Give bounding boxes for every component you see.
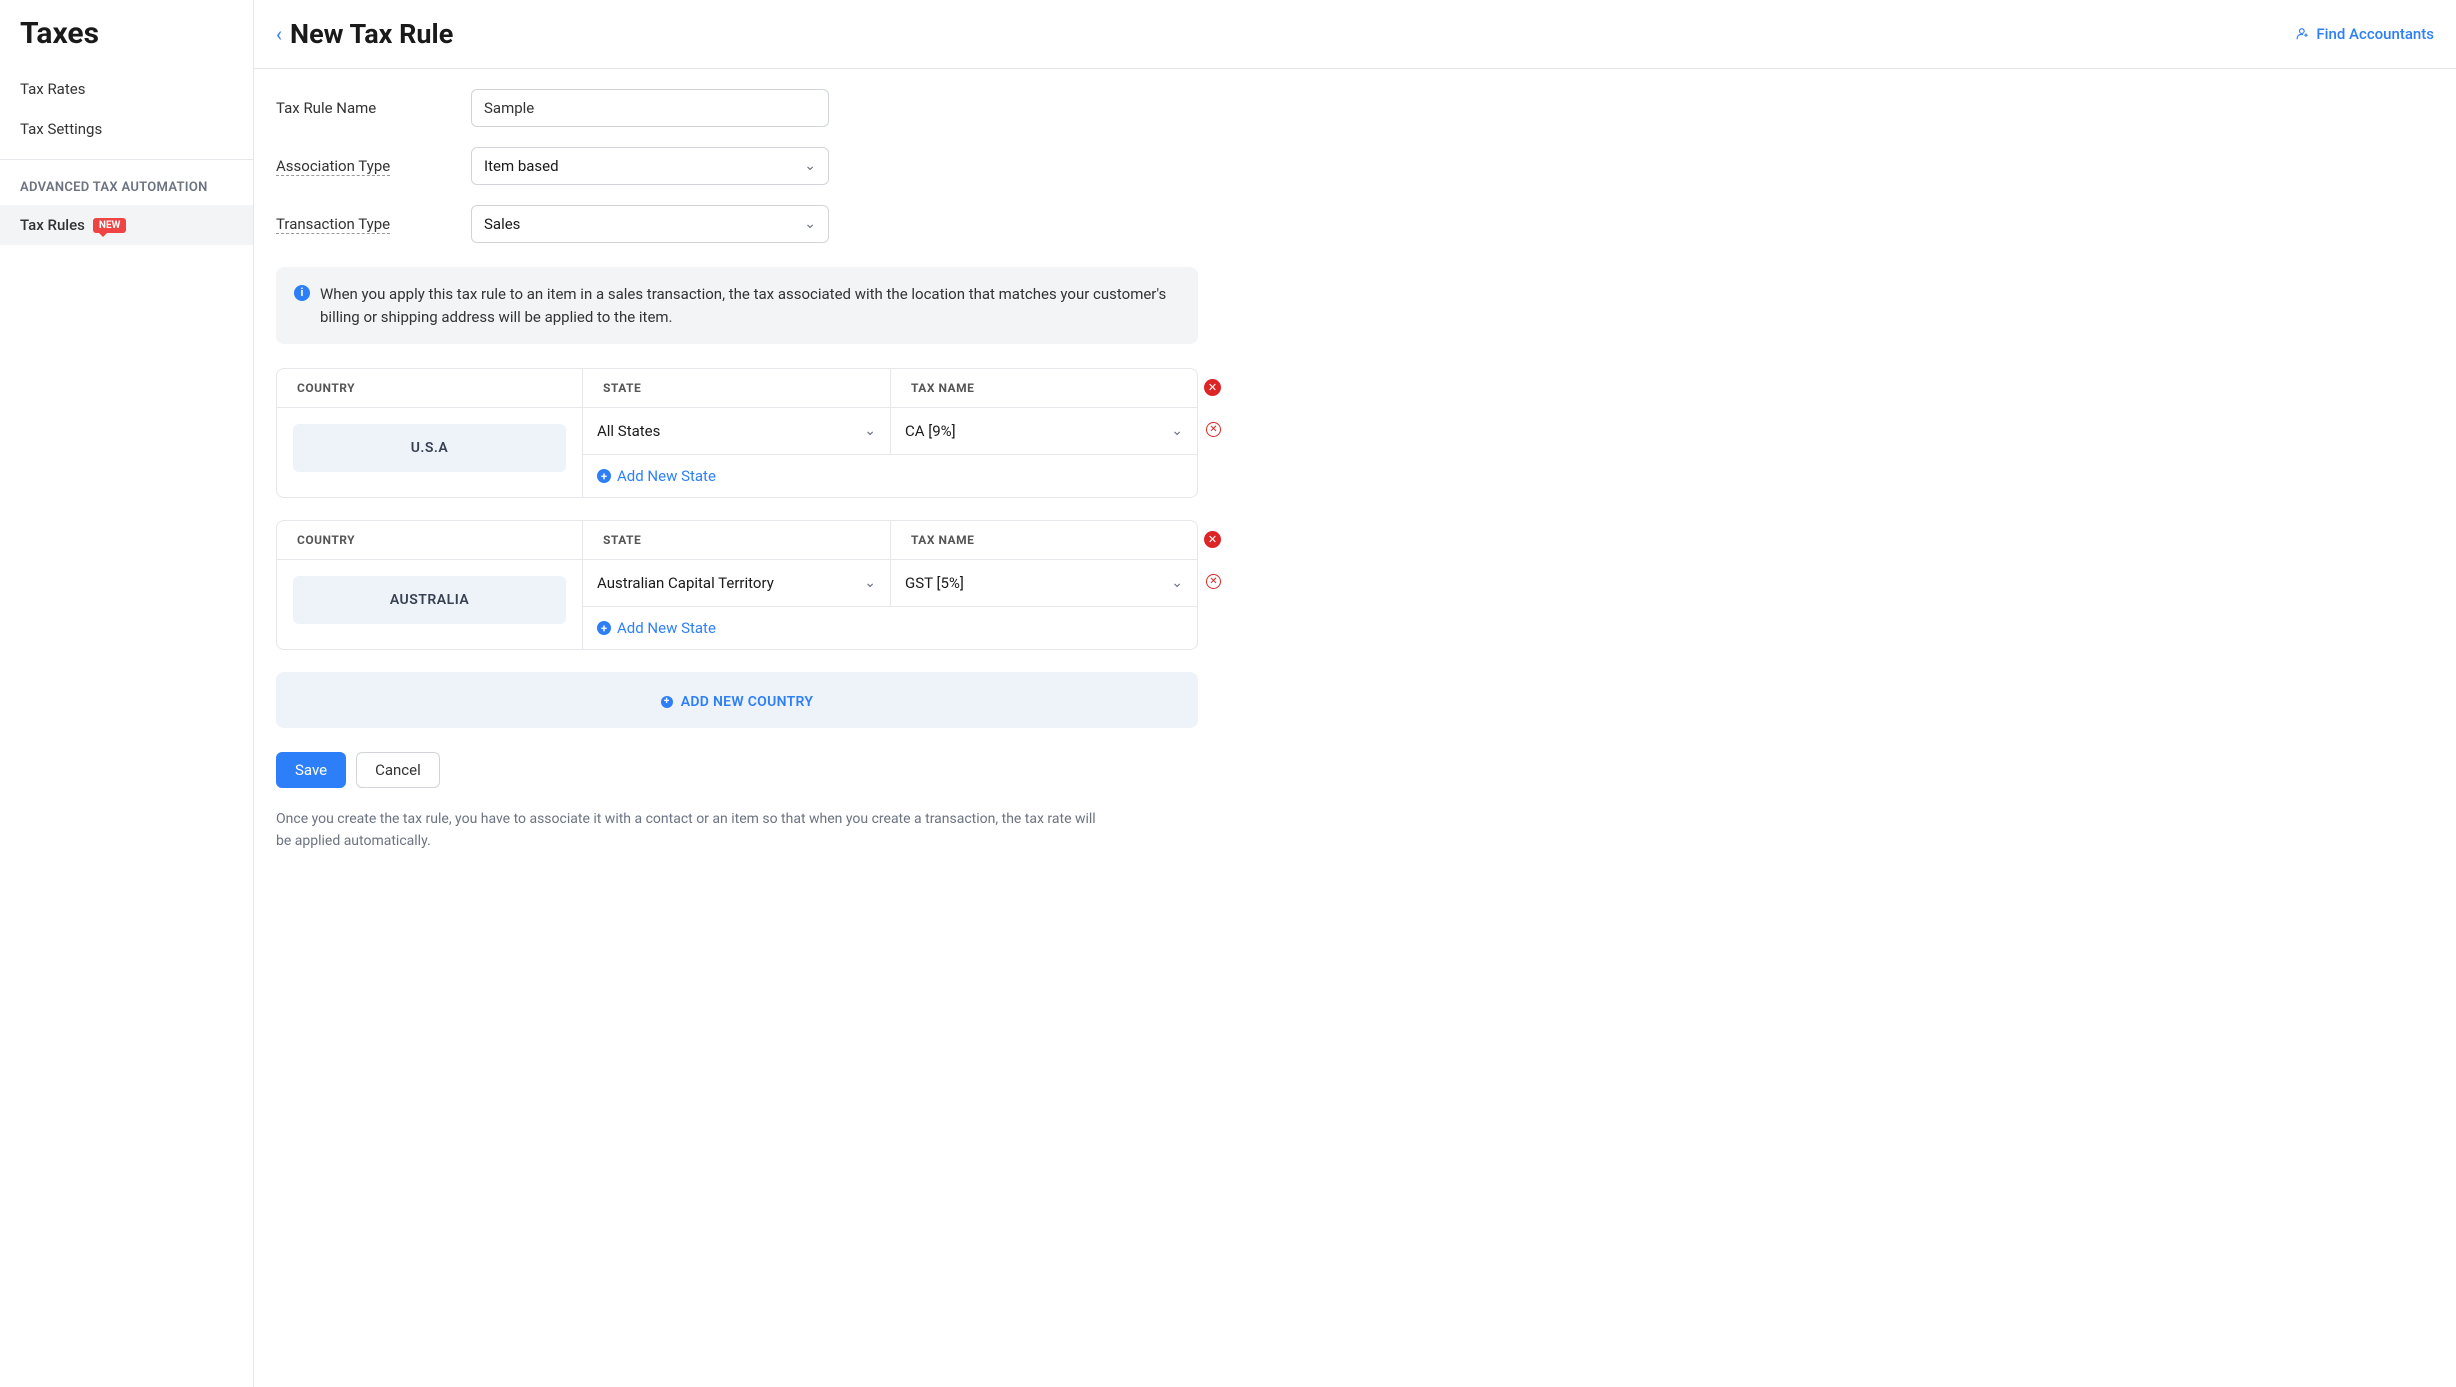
sidebar-section-header: ADVANCED TAX AUTOMATION	[0, 159, 253, 205]
tax-rule-name-input[interactable]	[471, 89, 829, 127]
country-cell: AUSTRALIA	[277, 560, 583, 649]
header-tax: TAX NAME	[891, 521, 1197, 559]
cancel-button[interactable]: Cancel	[356, 752, 440, 788]
add-state-button[interactable]: + Add New State	[583, 455, 1197, 497]
chevron-down-icon: ⌄	[864, 423, 876, 439]
delete-row-button[interactable]: ✕	[1206, 422, 1221, 437]
header-country: COUNTRY	[277, 521, 583, 559]
country-header: COUNTRY STATE TAX NAME	[277, 521, 1197, 560]
chevron-down-icon: ⌄	[864, 575, 876, 591]
tax-cell: CA [9%] ⌄	[891, 408, 1197, 454]
back-icon[interactable]: ‹	[276, 24, 282, 44]
footnote: Once you create the tax rule, you have t…	[276, 808, 1106, 853]
find-accountants-label: Find Accountants	[2316, 25, 2434, 43]
plus-circle-icon: +	[661, 696, 673, 708]
header-left: ‹ New Tax Rule	[276, 18, 453, 50]
country-block: ✕ COUNTRY STATE TAX NAME AUSTRALIA ✕ Aus…	[276, 520, 1198, 650]
chevron-down-icon: ⌄	[804, 216, 816, 232]
state-select[interactable]: All States ⌄	[597, 420, 876, 442]
trans-value: Sales	[484, 215, 520, 233]
association-type-select[interactable]: Item based ⌄	[471, 147, 829, 185]
chevron-down-icon: ⌄	[804, 158, 816, 174]
header-state: STATE	[583, 369, 891, 407]
state-select[interactable]: Australian Capital Territory ⌄	[597, 572, 876, 594]
assoc-value: Item based	[484, 157, 559, 175]
state-value: All States	[597, 422, 660, 440]
info-icon: i	[294, 285, 310, 301]
state-cell: All States ⌄	[583, 408, 891, 454]
rows-col: ✕ Australian Capital Territory ⌄ GST [5%…	[583, 560, 1197, 649]
rows-col: ✕ All States ⌄ CA [9%] ⌄	[583, 408, 1197, 497]
form-row-name: Tax Rule Name	[276, 89, 1652, 127]
trans-label: Transaction Type	[276, 215, 390, 234]
country-badge[interactable]: AUSTRALIA	[293, 576, 566, 624]
add-country-label: ADD NEW COUNTRY	[681, 694, 814, 710]
tax-select[interactable]: CA [9%] ⌄	[905, 420, 1183, 442]
tax-select[interactable]: GST [5%] ⌄	[905, 572, 1183, 594]
country-badge[interactable]: U.S.A	[293, 424, 566, 472]
transaction-type-select[interactable]: Sales ⌄	[471, 205, 829, 243]
name-label: Tax Rule Name	[276, 99, 471, 117]
info-box: i When you apply this tax rule to an ite…	[276, 267, 1198, 344]
header-state: STATE	[583, 521, 891, 559]
content: Tax Rule Name Association Type Item base…	[254, 69, 1674, 892]
new-badge: NEW	[93, 218, 126, 233]
assoc-label: Association Type	[276, 157, 390, 176]
header: ‹ New Tax Rule Find Accountants	[254, 0, 2456, 69]
delete-row-button[interactable]: ✕	[1206, 574, 1221, 589]
state-value: Australian Capital Territory	[597, 574, 774, 592]
form-row-trans: Transaction Type Sales ⌄	[276, 205, 1652, 243]
country-body: AUSTRALIA ✕ Australian Capital Territory…	[277, 560, 1197, 649]
country-header: COUNTRY STATE TAX NAME	[277, 369, 1197, 408]
sidebar-item-label: Tax Settings	[20, 120, 102, 138]
sidebar-title: Taxes	[0, 0, 253, 69]
country-body: U.S.A ✕ All States ⌄ CA [9%	[277, 408, 1197, 497]
tax-value: CA [9%]	[905, 422, 956, 440]
form-row-assoc: Association Type Item based ⌄	[276, 147, 1652, 185]
state-row: ✕ Australian Capital Territory ⌄ GST [5%…	[583, 560, 1197, 607]
find-accountants-link[interactable]: Find Accountants	[2296, 25, 2434, 43]
add-state-button[interactable]: + Add New State	[583, 607, 1197, 649]
plus-circle-icon: +	[597, 469, 611, 483]
state-cell: Australian Capital Territory ⌄	[583, 560, 891, 606]
header-country: COUNTRY	[277, 369, 583, 407]
chevron-down-icon: ⌄	[1171, 423, 1183, 439]
chevron-down-icon: ⌄	[1171, 575, 1183, 591]
country-block: ✕ COUNTRY STATE TAX NAME U.S.A ✕ All Sta…	[276, 368, 1198, 498]
delete-country-button[interactable]: ✕	[1204, 379, 1221, 396]
state-row: ✕ All States ⌄ CA [9%] ⌄	[583, 408, 1197, 455]
person-icon	[2296, 27, 2310, 41]
sidebar-item-tax-rules[interactable]: Tax Rules NEW	[0, 205, 253, 245]
sidebar-item-tax-settings[interactable]: Tax Settings	[0, 109, 253, 149]
add-state-label: Add New State	[617, 467, 716, 485]
main: ‹ New Tax Rule Find Accountants Tax Rule…	[254, 0, 2456, 1387]
info-text: When you apply this tax rule to an item …	[320, 283, 1180, 328]
country-cell: U.S.A	[277, 408, 583, 497]
add-state-label: Add New State	[617, 619, 716, 637]
sidebar-item-label: Tax Rules	[20, 216, 85, 234]
button-row: Save Cancel	[276, 752, 1652, 788]
delete-country-button[interactable]: ✕	[1204, 531, 1221, 548]
tax-cell: GST [5%] ⌄	[891, 560, 1197, 606]
add-country-button[interactable]: + ADD NEW COUNTRY	[276, 672, 1198, 728]
page-title: New Tax Rule	[290, 18, 453, 50]
plus-circle-icon: +	[597, 621, 611, 635]
tax-value: GST [5%]	[905, 574, 964, 592]
sidebar-item-label: Tax Rates	[20, 80, 85, 98]
sidebar: Taxes Tax Rates Tax Settings ADVANCED TA…	[0, 0, 254, 1387]
sidebar-item-tax-rates[interactable]: Tax Rates	[0, 69, 253, 109]
header-tax: TAX NAME	[891, 369, 1197, 407]
save-button[interactable]: Save	[276, 752, 346, 788]
